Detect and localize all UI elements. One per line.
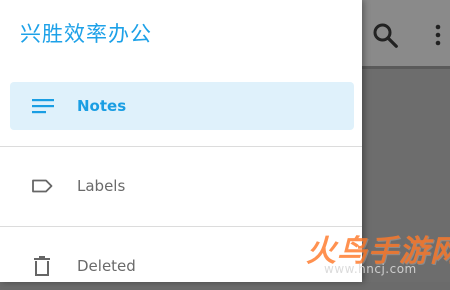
drawer-item-label: Deleted bbox=[77, 257, 136, 275]
search-icon bbox=[373, 23, 398, 48]
search-button[interactable] bbox=[370, 20, 400, 50]
watermark-url: www.hncj.com bbox=[324, 262, 417, 276]
drawer-item-labels[interactable]: Labels bbox=[10, 162, 354, 210]
site-watermark: 火鸟手游网 www.hncj.com bbox=[300, 224, 450, 282]
notes-menu-icon bbox=[32, 99, 54, 114]
trash-icon bbox=[34, 256, 50, 276]
label-icon bbox=[32, 179, 53, 193]
more-vert-icon bbox=[435, 24, 441, 46]
drawer-divider bbox=[0, 146, 362, 147]
drawer-item-label: Labels bbox=[77, 177, 126, 195]
drawer-app-title: 兴胜效率办公 bbox=[20, 22, 152, 46]
more-options-button[interactable] bbox=[428, 20, 448, 50]
drawer-item-label: Notes bbox=[77, 97, 127, 115]
drawer-item-notes[interactable]: Notes bbox=[10, 82, 354, 130]
